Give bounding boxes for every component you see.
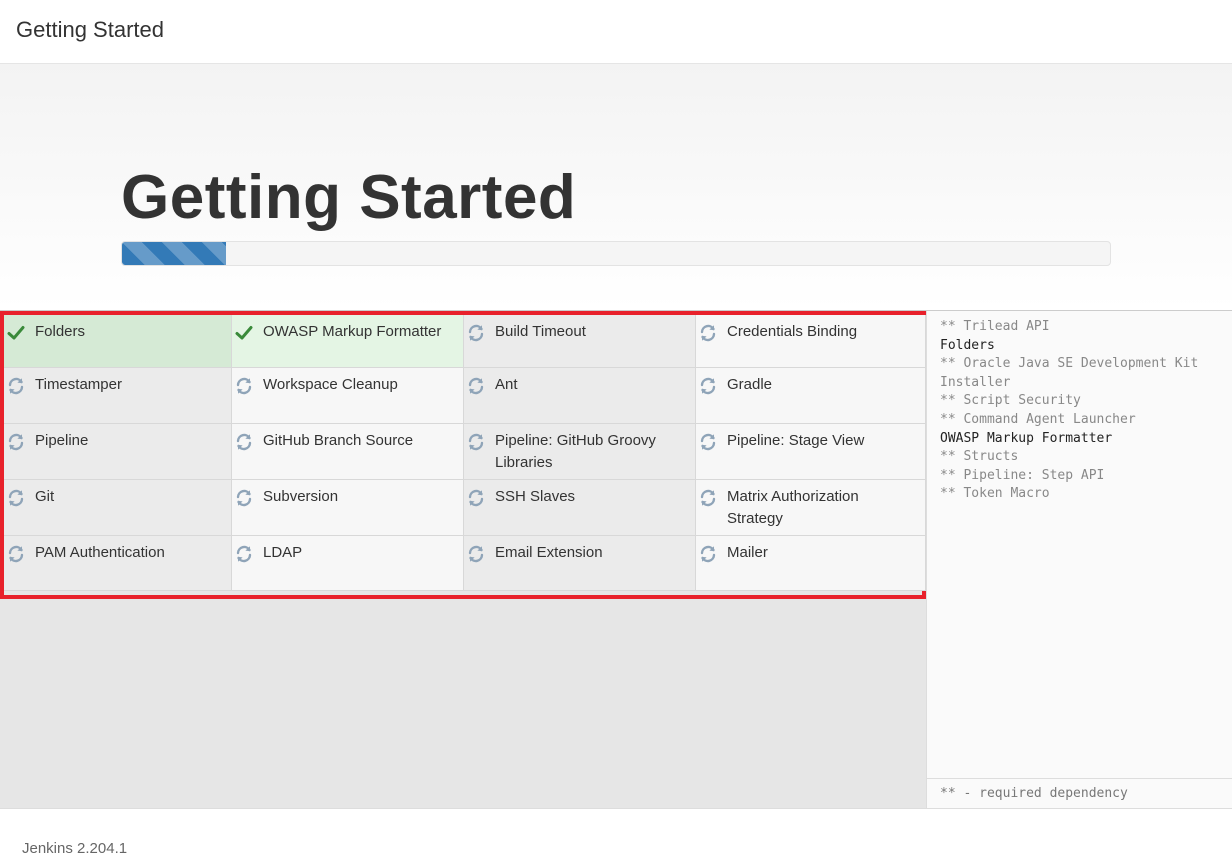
plugin-name: LDAP — [263, 544, 303, 561]
log-line: ** Trilead API — [940, 319, 1050, 334]
log-line: Folders — [940, 337, 995, 353]
refresh-icon — [466, 544, 486, 564]
footer: Jenkins 2.204.1 — [0, 808, 1232, 863]
plugin-grid: Folders OWASP Markup Formatter Build Timeo… — [0, 311, 926, 599]
log-line: ** Oracle Java SE Development Kit Instal… — [940, 356, 1207, 390]
refresh-icon — [466, 323, 486, 343]
install-progress-bar — [121, 241, 1111, 266]
plugin-item[interactable]: Ant — [464, 368, 696, 424]
install-panel: Folders OWASP Markup Formatter Build Timeo… — [0, 310, 1232, 808]
plugin-item[interactable]: Pipeline: Stage View — [696, 424, 926, 480]
plugin-name: Email Extension — [495, 544, 603, 561]
refresh-icon — [698, 544, 718, 564]
plugin-item[interactable]: Timestamper — [4, 368, 232, 424]
refresh-icon — [6, 488, 26, 508]
plugin-item[interactable]: PAM Authentication — [4, 536, 232, 591]
plugin-name: SSH Slaves — [495, 488, 576, 505]
refresh-icon — [234, 376, 254, 396]
install-log: ** Trilead API Folders ** Oracle Java SE D… — [940, 318, 1230, 504]
log-line: ** Script Security — [940, 393, 1081, 409]
plugin-name: Pipeline: GitHub Groovy Libraries — [495, 432, 656, 471]
plugin-name: Build Timeout — [495, 323, 586, 340]
progress-fill — [122, 242, 226, 265]
plugin-item[interactable]: Credentials Binding — [696, 315, 926, 368]
plugin-name: Folders — [35, 323, 86, 340]
plugin-name: Ant — [495, 376, 518, 393]
plugin-item[interactable]: Matrix Authorization Strategy — [696, 480, 926, 536]
refresh-icon — [698, 432, 718, 452]
refresh-icon — [6, 544, 26, 564]
refresh-icon — [698, 488, 718, 508]
log-line: ** Structs — [940, 449, 1019, 465]
refresh-icon — [698, 323, 718, 343]
plugin-item[interactable]: Gradle — [696, 368, 926, 424]
refresh-icon — [698, 376, 718, 396]
plugin-name: Subversion — [263, 488, 339, 505]
refresh-icon — [234, 432, 254, 452]
page-title: Getting Started — [121, 163, 577, 232]
plugin-item[interactable]: Build Timeout — [464, 315, 696, 368]
plugin-list-pane: Folders OWASP Markup Formatter Build Timeo… — [0, 311, 926, 808]
plugin-name: Credentials Binding — [727, 323, 858, 340]
refresh-icon — [234, 544, 254, 564]
check-icon — [6, 323, 26, 343]
plugin-item[interactable]: SSH Slaves — [464, 480, 696, 536]
refresh-icon — [466, 376, 486, 396]
plugin-item[interactable]: LDAP — [232, 536, 464, 591]
plugin-name: Timestamper — [35, 376, 122, 393]
top-bar: Getting Started — [0, 0, 1232, 64]
plugin-name: Matrix Authorization Strategy — [727, 488, 859, 527]
plugin-name: OWASP Markup Formatter — [263, 323, 442, 340]
app-title: Getting Started — [16, 17, 164, 42]
hero-section: Getting Started — [0, 64, 1232, 310]
plugin-item[interactable]: Subversion — [232, 480, 464, 536]
plugin-name: Git — [35, 488, 55, 505]
log-line: ** Command Agent Launcher — [940, 411, 1136, 427]
plugin-item[interactable]: Git — [4, 480, 232, 536]
plugin-item[interactable]: Workspace Cleanup — [232, 368, 464, 424]
plugin-item[interactable]: Folders — [4, 315, 232, 368]
plugin-name: Pipeline: Stage View — [727, 432, 865, 449]
refresh-icon — [6, 376, 26, 396]
plugin-name: Gradle — [727, 376, 773, 393]
plugin-item[interactable]: Mailer — [696, 536, 926, 591]
refresh-icon — [466, 432, 486, 452]
log-line: ** Token Macro — [940, 486, 1050, 502]
log-line: ** Pipeline: Step API — [940, 467, 1105, 483]
install-log-pane[interactable]: ** Trilead API Folders ** Oracle Java SE D… — [926, 311, 1232, 808]
check-icon — [234, 323, 254, 343]
refresh-icon — [6, 432, 26, 452]
version-label: Jenkins 2.204.1 — [22, 840, 128, 857]
plugin-item[interactable]: GitHub Branch Source — [232, 424, 464, 480]
plugin-item[interactable]: OWASP Markup Formatter — [232, 315, 464, 368]
plugin-item[interactable]: Pipeline — [4, 424, 232, 480]
plugin-name: Workspace Cleanup — [263, 376, 398, 393]
refresh-icon — [234, 488, 254, 508]
plugin-name: GitHub Branch Source — [263, 432, 414, 449]
dependency-legend: ** - required dependency — [927, 778, 1232, 808]
plugin-item[interactable]: Pipeline: GitHub Groovy Libraries — [464, 424, 696, 480]
plugin-name: Mailer — [727, 544, 768, 561]
plugin-name: PAM Authentication — [35, 544, 165, 561]
refresh-icon — [466, 488, 486, 508]
plugin-name: Pipeline — [35, 432, 89, 449]
log-line: OWASP Markup Formatter — [940, 430, 1113, 446]
plugin-item[interactable]: Email Extension — [464, 536, 696, 591]
